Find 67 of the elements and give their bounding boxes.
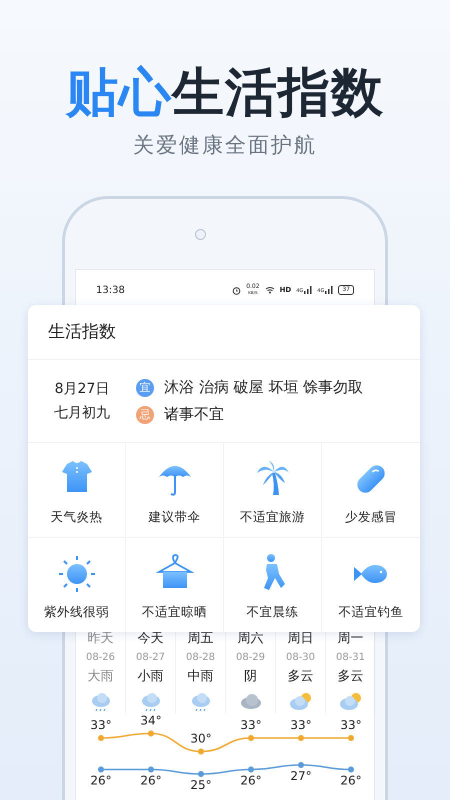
subtitle: 关爱健康全面护航 <box>133 132 317 159</box>
weather-text: 阴 <box>244 668 257 686</box>
data-point <box>98 766 104 772</box>
data-point <box>248 735 254 741</box>
temperature-label: 25° <box>190 778 212 792</box>
data-point <box>248 766 254 772</box>
lunar-date: 七月初九 <box>54 404 110 423</box>
weather-text: 大雨 <box>88 668 114 686</box>
day-date: 08-27 <box>136 651 166 665</box>
temperature-label: 26° <box>90 774 112 788</box>
weather-text: 小雨 <box>138 668 164 686</box>
day-date: 08-30 <box>286 651 316 665</box>
day-name: 昨天 <box>88 630 114 648</box>
index-tile[interactable]: 少发感冒 <box>322 443 420 538</box>
day-date: 08-31 <box>336 651 366 665</box>
data-point <box>198 771 204 777</box>
solar-date: 8月27日 <box>54 380 110 399</box>
temperature-label: 33° <box>90 718 112 732</box>
day-date: 08-26 <box>86 651 116 665</box>
weather-text: 多云 <box>338 668 364 686</box>
clock-time: 13:38 <box>96 284 125 296</box>
index-tile[interactable]: 不适宜旅游 <box>224 443 322 538</box>
temperature-label: 33° <box>340 718 362 732</box>
day-name: 周日 <box>288 630 314 648</box>
wifi-icon <box>264 286 275 294</box>
card-title: 生活指数 <box>28 305 420 360</box>
day-name: 周五 <box>188 630 214 648</box>
signal-icon <box>304 286 312 294</box>
day-name: 今天 <box>138 630 164 648</box>
index-tile[interactable]: 不适宜钓鱼 <box>322 538 420 632</box>
almanac-text: 沐浴 治病 破屋 坏垣 馀事勿取 <box>164 378 364 397</box>
signal-icon <box>325 286 334 294</box>
almanac-badge: 宜 <box>136 378 154 396</box>
almanac-badge: 忌 <box>136 406 154 424</box>
headline: 贴心生活指数 <box>64 62 385 125</box>
camera-dot <box>194 228 206 240</box>
day-name: 周一 <box>338 630 364 648</box>
day-name: 周六 <box>238 630 264 648</box>
temperature-label: 26° <box>140 774 162 788</box>
index-tile[interactable]: 建议带伞 <box>126 443 224 538</box>
temperature-label: 33° <box>240 718 262 732</box>
data-point <box>148 730 154 736</box>
temperature-label: 33° <box>290 718 312 732</box>
data-point <box>298 735 304 741</box>
index-tile[interactable]: 天气炎热 <box>28 443 126 538</box>
sun-cloud-icon <box>338 690 364 712</box>
data-point <box>298 762 304 768</box>
day-date: 08-28 <box>186 651 216 665</box>
data-point <box>98 735 104 741</box>
temperature-label: 26° <box>240 774 262 788</box>
data-point <box>148 766 154 772</box>
almanac-text: 诸事不宜 <box>164 405 224 424</box>
weather-text: 中雨 <box>188 668 214 686</box>
sun-cloud-icon <box>288 690 314 712</box>
weather-text: 多云 <box>288 668 314 686</box>
data-point <box>348 766 354 772</box>
index-tile[interactable]: 紫外线很弱 <box>28 538 126 632</box>
index-tile[interactable]: 不适宜晾晒 <box>126 538 224 632</box>
data-point <box>348 735 354 741</box>
index-tile[interactable]: 不宜晨练 <box>224 538 322 632</box>
alarm-icon <box>232 286 242 294</box>
temperature-label: 27° <box>290 769 312 783</box>
temperature-label: 34° <box>140 714 162 728</box>
temperature-label: 26° <box>340 774 362 788</box>
temperature-label: 30° <box>190 732 212 746</box>
day-date: 08-29 <box>236 651 266 665</box>
data-point <box>198 748 204 754</box>
